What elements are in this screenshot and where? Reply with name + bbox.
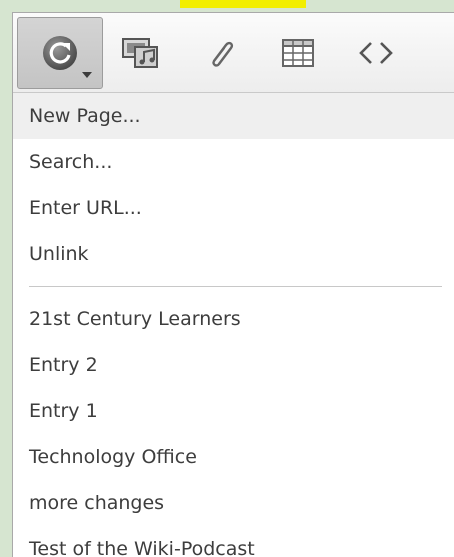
menu-separator [29, 286, 442, 287]
menu-item-search[interactable]: Search... [13, 139, 454, 185]
top-highlight-bar [180, 0, 306, 8]
table-tool-button[interactable] [259, 17, 337, 89]
link-tool-button[interactable] [17, 16, 103, 89]
table-icon [282, 38, 314, 67]
paperclip-icon [212, 41, 234, 67]
media-icon [122, 37, 158, 68]
link-dropdown-menu: New Page... Search... Enter URL... Unlin… [13, 93, 454, 557]
menu-item-page[interactable]: 21st Century Learners [13, 296, 454, 342]
menu-item-page[interactable]: Entry 2 [13, 342, 454, 388]
menu-item-page[interactable]: Test of the Wiki-Podcast [13, 526, 454, 557]
menu-item-new-page[interactable]: New Page... [13, 93, 454, 139]
editor-toolbar [13, 13, 454, 93]
menu-item-enter-url[interactable]: Enter URL... [13, 185, 454, 231]
menu-item-page[interactable]: Entry 1 [13, 388, 454, 434]
media-tool-button[interactable] [103, 17, 181, 89]
html-tool-button[interactable] [337, 17, 415, 89]
menu-item-page[interactable]: Technology Office [13, 434, 454, 480]
menu-item-page[interactable]: more changes [13, 480, 454, 526]
attachment-tool-button[interactable] [181, 17, 259, 89]
code-icon [359, 41, 393, 64]
menu-item-unlink[interactable]: Unlink [13, 231, 454, 277]
chevron-down-icon [82, 71, 92, 78]
link-menu-panel: New Page... Search... Enter URL... Unlin… [12, 12, 454, 557]
refresh-icon [43, 35, 77, 70]
